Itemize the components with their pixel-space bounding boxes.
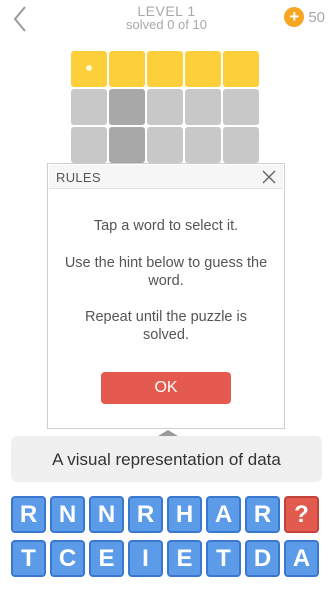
- grid-cell[interactable]: [185, 127, 221, 163]
- coin-count: 50: [308, 8, 325, 26]
- rules-dialog-title: RULES: [56, 170, 101, 185]
- letter-tile[interactable]: C: [50, 540, 85, 577]
- grid-cell[interactable]: [71, 51, 107, 87]
- rules-line-1: Tap a word to select it.: [93, 218, 239, 234]
- grid-cell[interactable]: [109, 127, 145, 163]
- letter-tile[interactable]: D: [245, 540, 280, 577]
- top-bar: LEVEL 1 solved 0 of 10 + 50: [0, 0, 333, 40]
- letter-tile[interactable]: R: [245, 496, 280, 533]
- cursor-dot-icon: [86, 65, 92, 71]
- letter-tile[interactable]: N: [50, 496, 85, 533]
- help-button[interactable]: ?: [284, 496, 319, 533]
- grid-cell[interactable]: [223, 127, 259, 163]
- coin-counter[interactable]: + 50: [284, 6, 325, 28]
- letter-tile[interactable]: A: [284, 540, 319, 577]
- letter-tile[interactable]: R: [128, 496, 163, 533]
- hint-text: A visual representation of data: [52, 450, 281, 469]
- rules-dialog: RULES Tap a word to select it. Use the h…: [47, 163, 285, 429]
- letter-tile[interactable]: E: [89, 540, 124, 577]
- grid-cell[interactable]: [71, 89, 107, 125]
- letter-tile[interactable]: R: [11, 496, 46, 533]
- grid-cell[interactable]: [71, 127, 107, 163]
- grid-cell[interactable]: [223, 51, 259, 87]
- ok-button[interactable]: OK: [101, 372, 231, 404]
- close-icon[interactable]: [261, 169, 277, 185]
- rules-line-3: Repeat until the puzzle is solved.: [84, 309, 247, 343]
- grid-cell[interactable]: [185, 51, 221, 87]
- letter-tile[interactable]: N: [89, 496, 124, 533]
- grid-cell[interactable]: [147, 127, 183, 163]
- grid-cell[interactable]: [109, 89, 145, 125]
- grid-cell[interactable]: [109, 51, 145, 87]
- rules-line-2: Use the hint below to guess the word.: [64, 255, 268, 289]
- hint-box: A visual representation of data: [11, 430, 322, 482]
- grid-cell[interactable]: [223, 89, 259, 125]
- letter-tile[interactable]: I: [128, 540, 163, 577]
- add-coins-icon[interactable]: +: [284, 7, 305, 27]
- letter-tile[interactable]: T: [206, 540, 241, 577]
- grid-cell[interactable]: [147, 89, 183, 125]
- level-progress: solved 0 of 10: [126, 17, 207, 32]
- letter-tile[interactable]: H: [167, 496, 202, 533]
- grid-cell[interactable]: [185, 89, 221, 125]
- grid-cell[interactable]: [147, 51, 183, 87]
- letter-tile[interactable]: T: [11, 540, 46, 577]
- letter-tile[interactable]: E: [167, 540, 202, 577]
- hint-pointer-icon: [158, 430, 178, 436]
- letter-tile[interactable]: A: [206, 496, 241, 533]
- rules-dialog-header: RULES: [49, 165, 283, 189]
